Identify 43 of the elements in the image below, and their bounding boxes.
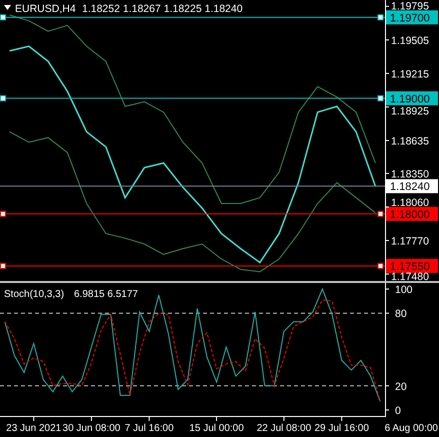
axis-label: 1.17770	[391, 236, 429, 248]
axis-label: 30 Jun 08:00	[62, 423, 120, 434]
line-handle[interactable]	[0, 14, 6, 20]
ref-line-label: 1.18240	[390, 181, 430, 194]
price-tag: 1.18000	[386, 206, 438, 221]
axis-label: 23 Jun 2021	[6, 423, 62, 434]
dropdown-icon[interactable]	[4, 5, 11, 10]
axis-label: 15 Jul 00:00	[189, 423, 244, 434]
axis-label: 6 Aug 00:00	[384, 423, 438, 434]
axis-label: 20	[395, 380, 407, 393]
ref-line-label: 1.17550	[390, 260, 430, 273]
indicator-values: 6.9815 6.5177	[74, 289, 138, 300]
axis-label: 80	[395, 308, 407, 320]
axis-label: 1.18350	[391, 168, 429, 180]
axis-label: 100	[395, 284, 413, 296]
line-handle[interactable]	[0, 95, 6, 102]
line-handle[interactable]	[0, 210, 6, 217]
ref-line-label: 1.19000	[390, 93, 430, 106]
axis-label: 1.18060	[391, 196, 429, 209]
axis-label: 1.18925	[391, 105, 429, 118]
axis-label: 7 Jul 16:00	[124, 423, 174, 434]
axis-label: 1.19505	[391, 34, 429, 47]
line-handle[interactable]	[378, 95, 384, 102]
axis-label: 1.18635	[391, 136, 429, 148]
axis-label: 29 Jul 16:00	[314, 423, 369, 434]
axis-label: 1.19215	[391, 68, 429, 80]
ref-line-label: 1.19700	[390, 12, 430, 24]
line-handle[interactable]	[378, 262, 384, 269]
line-handle[interactable]	[378, 210, 384, 217]
price-tag: 1.17550	[386, 258, 438, 273]
axis-label: 1.19795	[391, 0, 429, 12]
line-handle[interactable]	[378, 14, 384, 20]
line-handle[interactable]	[0, 262, 6, 269]
quote-values: 1.18252 1.18267 1.18225 1.18240	[82, 3, 243, 15]
price-tag: 1.19000	[386, 91, 438, 106]
price-tag: 1.19700	[386, 10, 438, 24]
indicator-name: Stoch(10,3,3)	[4, 289, 64, 300]
symbol-label: EURUSD,H4	[15, 3, 76, 15]
axis-label: 0	[395, 404, 401, 417]
price-tag: 1.18240	[386, 179, 438, 194]
axis-label: 1.17480	[391, 271, 429, 281]
ref-line-label: 1.18000	[390, 208, 430, 221]
axis-label: 22 Jul 08:00	[256, 423, 312, 434]
